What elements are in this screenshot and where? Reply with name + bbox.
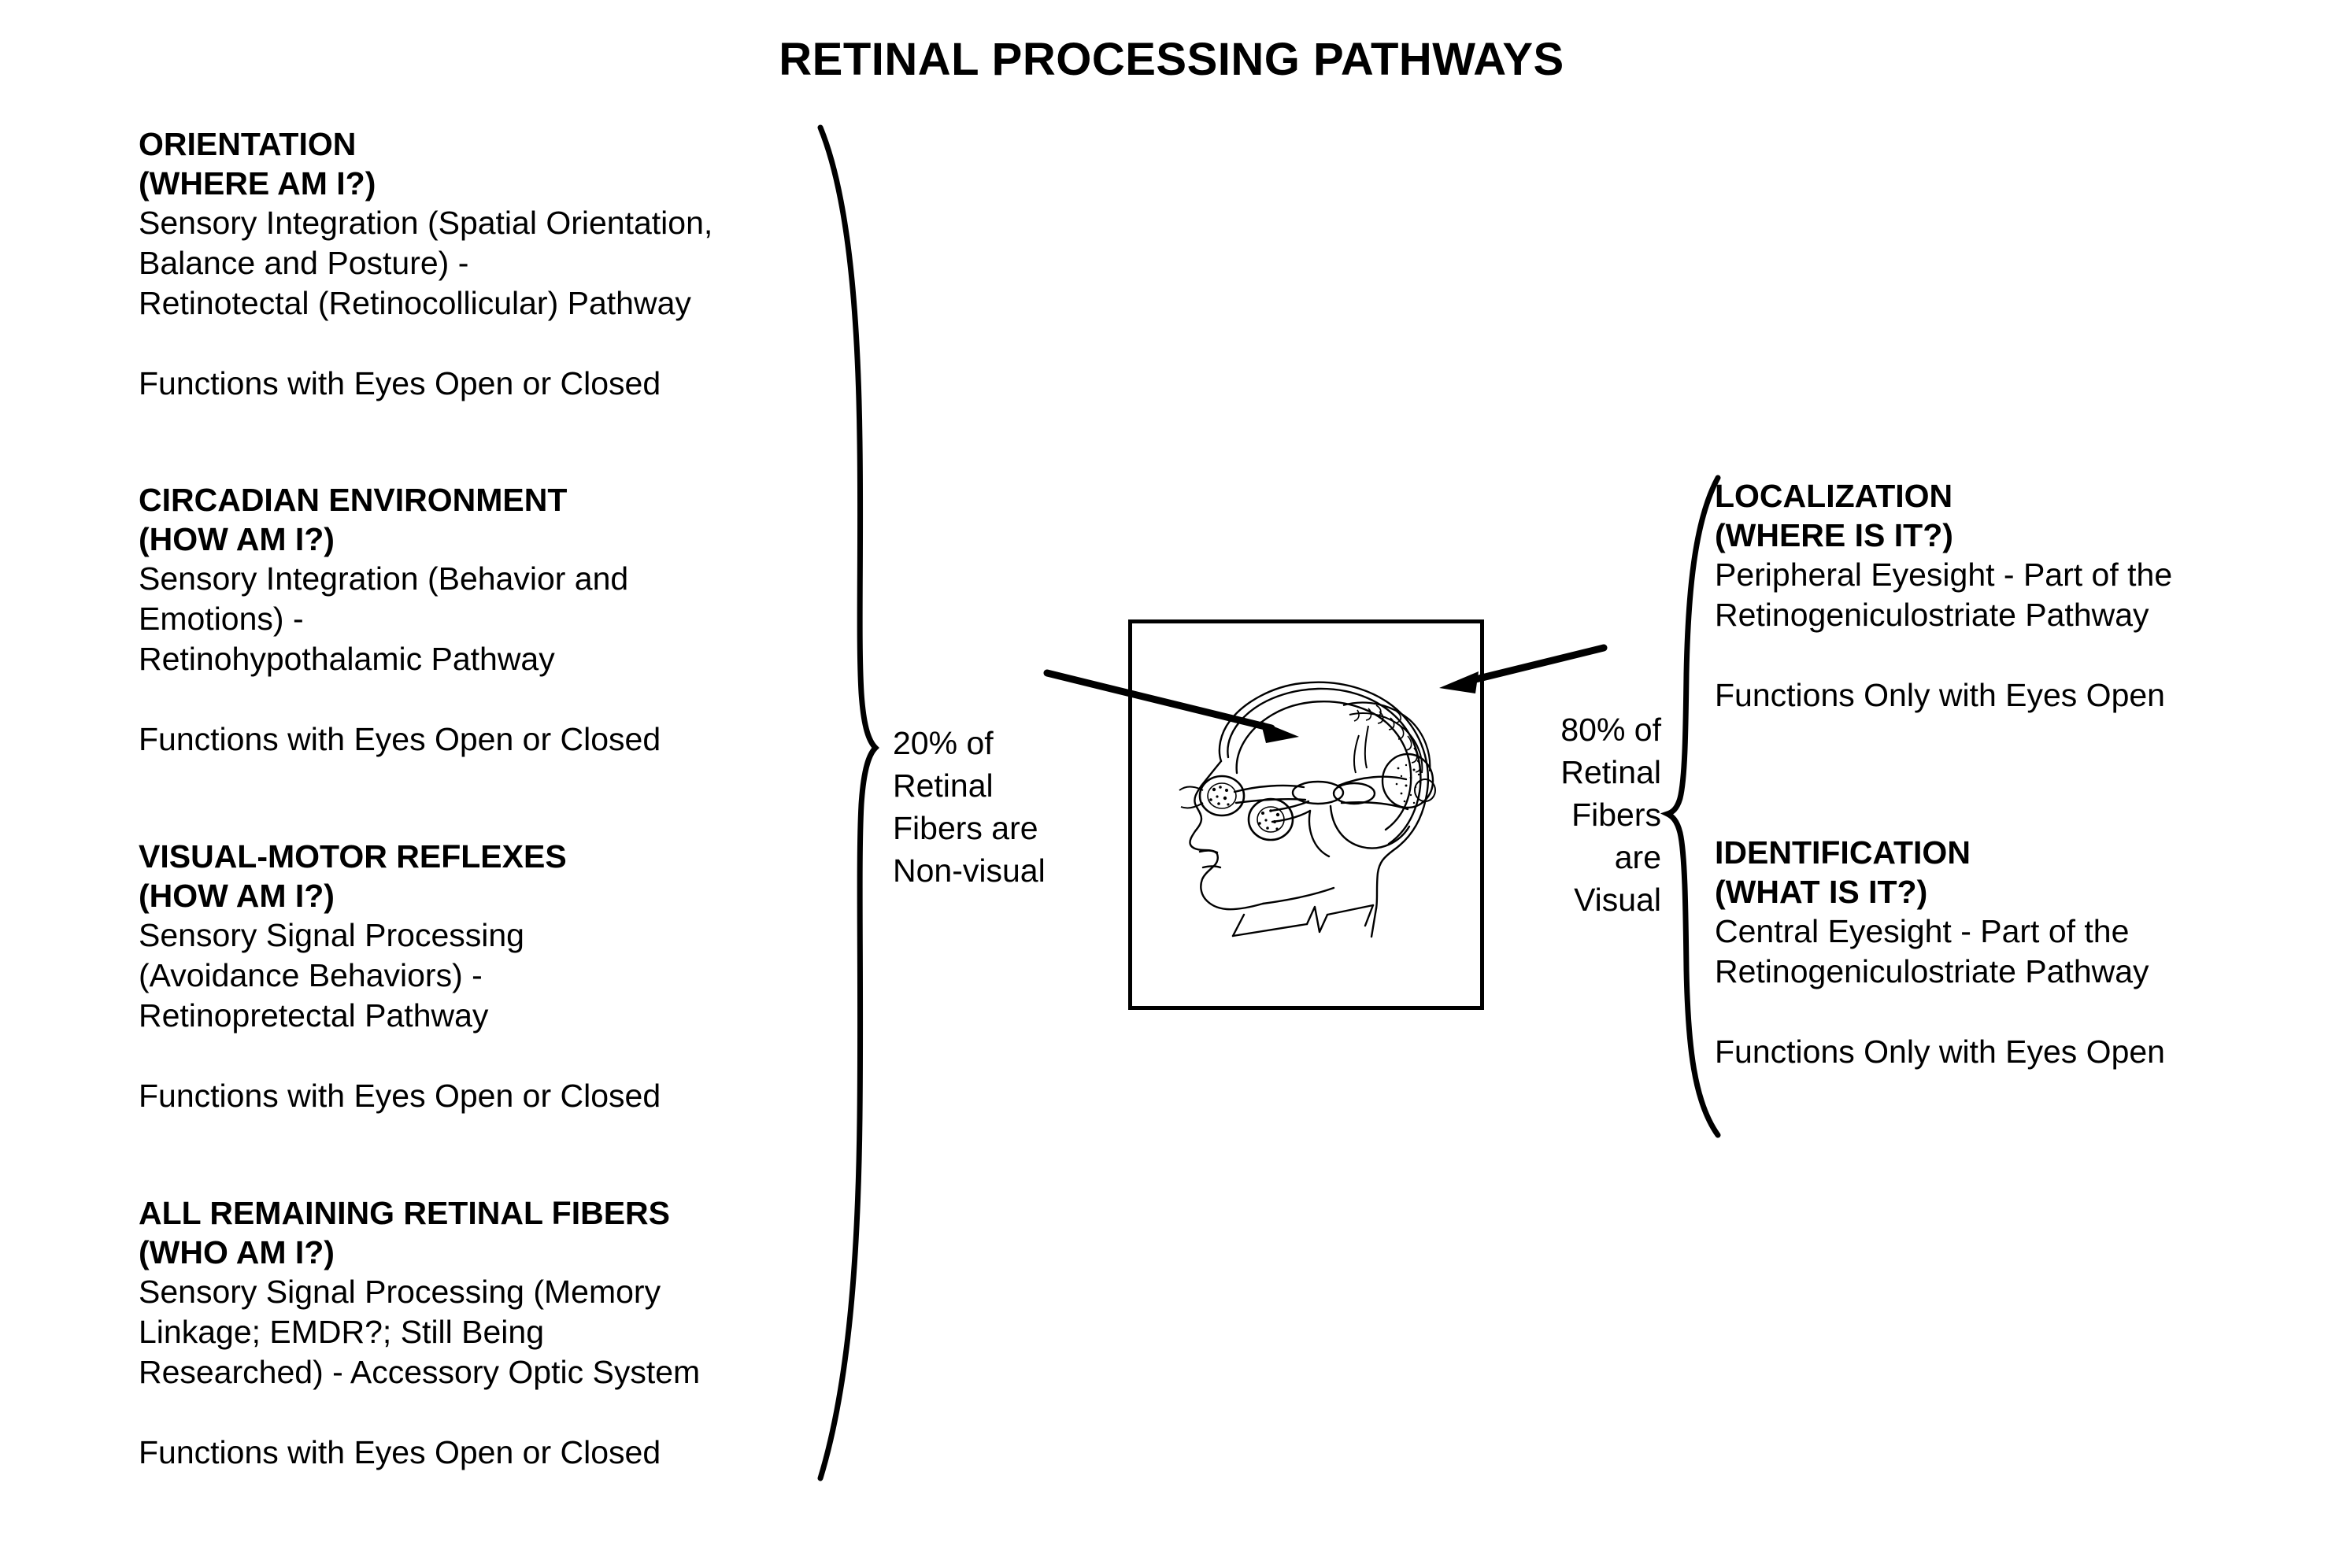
block-heading: IDENTIFICATION (1715, 834, 1971, 871)
pathway-block-identification: IDENTIFICATION (WHAT IS IT?) Central Eye… (1715, 833, 2313, 1072)
percent-line: are (1614, 839, 1661, 875)
percent-line: Retinal (893, 767, 994, 804)
cortex-gyri-region (1342, 701, 1431, 774)
block-line: Sensory Signal Processing (139, 917, 524, 953)
block-line: Balance and Posture) - (139, 245, 469, 281)
right-brace (1660, 475, 1721, 1138)
label-80-percent-visual: 80% of Retinal Fibers are Visual (1516, 708, 1661, 921)
block-subheading: (WHO AM I?) (139, 1234, 335, 1270)
block-subheading: (WHAT IS IT?) (1715, 874, 1928, 910)
block-line: Retinogeniculostriate Pathway (1715, 953, 2149, 989)
eyeball-icon (1179, 775, 1246, 817)
diagram-page: RETINAL PROCESSING PATHWAYS ORIENTATION … (0, 0, 2343, 1568)
percent-line: 80% of (1560, 712, 1661, 748)
percent-line: Retinal (1560, 754, 1661, 790)
pathway-block-all-remaining-retinal-fibers: ALL REMAINING RETINAL FIBERS (WHO AM I?)… (139, 1193, 847, 1473)
block-heading: ORIENTATION (139, 126, 357, 162)
pathway-block-orientation: ORIENTATION (WHERE AM I?) Sensory Integr… (139, 124, 847, 404)
percent-line: Visual (1574, 882, 1661, 918)
block-line: Retinopretectal Pathway (139, 997, 489, 1034)
block-line: Central Eyesight - Part of the (1715, 913, 2130, 949)
block-heading: ALL REMAINING RETINAL FIBERS (139, 1195, 670, 1231)
block-line: Sensory Integration (Behavior and (139, 560, 629, 597)
block-line: Sensory Integration (Spatial Orientation… (139, 205, 713, 241)
page-title: RETINAL PROCESSING PATHWAYS (779, 34, 1564, 85)
block-heading: CIRCADIAN ENVIRONMENT (139, 482, 568, 518)
block-heading: VISUAL-MOTOR REFLEXES (139, 838, 567, 875)
label-20-percent-non-visual: 20% of Retinal Fibers are Non-visual (893, 722, 1090, 892)
block-heading: LOCALIZATION (1715, 478, 1953, 514)
block-footer: Functions Only with Eyes Open (1715, 677, 2165, 713)
block-subheading: (WHERE AM I?) (139, 165, 376, 202)
block-line: Retinotectal (Retinocollicular) Pathway (139, 285, 691, 321)
block-subheading: (HOW AM I?) (139, 878, 335, 914)
block-line: Emotions) - (139, 601, 304, 637)
percent-line: Fibers are (893, 810, 1038, 846)
percent-line: Fibers (1571, 797, 1661, 833)
pathway-block-localization: LOCALIZATION (WHERE IS IT?) Peripheral E… (1715, 476, 2313, 716)
block-footer: Functions with Eyes Open or Closed (139, 365, 661, 401)
block-subheading: (WHERE IS IT?) (1715, 517, 1953, 553)
block-footer: Functions with Eyes Open or Closed (139, 1434, 661, 1470)
block-footer: Functions with Eyes Open or Closed (139, 721, 661, 757)
block-line: Researched) - Accessory Optic System (139, 1354, 701, 1390)
block-line: Linkage; EMDR?; Still Being (139, 1314, 545, 1350)
pathway-block-visual-motor-reflexes: VISUAL-MOTOR REFLEXES (HOW AM I?) Sensor… (139, 837, 847, 1116)
percent-line: 20% of (893, 725, 994, 761)
block-footer: Functions with Eyes Open or Closed (139, 1078, 661, 1114)
block-subheading: (HOW AM I?) (139, 521, 335, 557)
block-line: Sensory Signal Processing (Memory (139, 1274, 661, 1310)
block-footer: Functions Only with Eyes Open (1715, 1034, 2165, 1070)
head-diagram-frame (1128, 619, 1484, 1010)
block-line: Peripheral Eyesight - Part of the (1715, 557, 2173, 593)
block-line: (Avoidance Behaviors) - (139, 957, 483, 993)
head-anatomy-icon (1179, 681, 1436, 938)
block-line: Retinohypothalamic Pathway (139, 641, 555, 677)
block-line: Retinogeniculostriate Pathway (1715, 597, 2149, 633)
pathway-block-circadian-environment: CIRCADIAN ENVIRONMENT (HOW AM I?) Sensor… (139, 480, 847, 760)
percent-line: Non-visual (893, 852, 1046, 889)
